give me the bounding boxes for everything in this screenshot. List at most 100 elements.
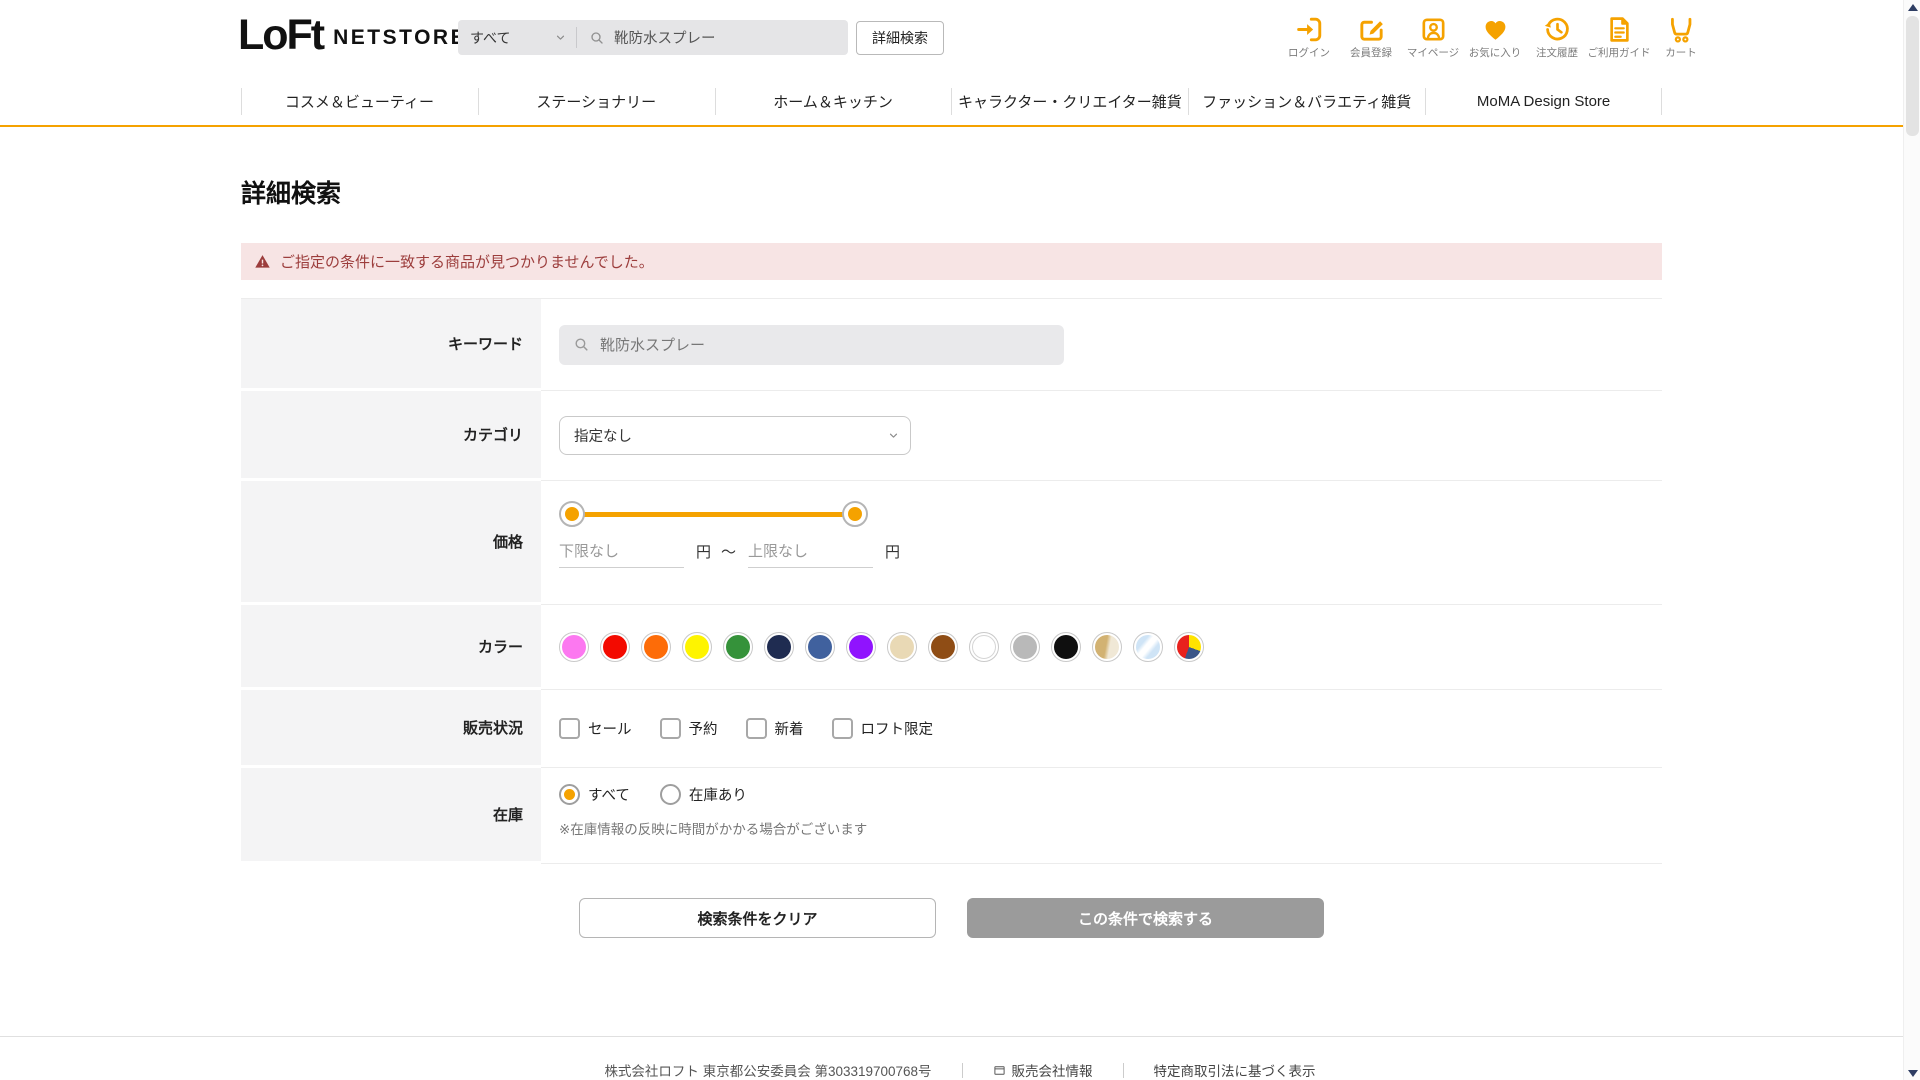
scroll-down-button[interactable]	[1904, 1066, 1920, 1080]
scrollbar-thumb[interactable]	[1906, 16, 1919, 136]
search-query-text: 靴防水スプレー	[614, 31, 716, 47]
color-swatch-fill	[931, 635, 955, 659]
quick-links: ログイン 会員登録 マイページ お気に入り 注文履歴 ご利用ガイド カート	[1278, 13, 1712, 60]
search-box: すべて 靴防水スプレー	[458, 20, 848, 55]
slider-track[interactable]	[571, 512, 856, 517]
footer-link-0[interactable]: 販売会社情報	[993, 1060, 1093, 1080]
color-swatch-purple[interactable]	[846, 632, 876, 662]
nav-item-4[interactable]: ファッション＆バラエティ雑貨	[1188, 78, 1425, 125]
color-swatch-gold[interactable]	[1092, 632, 1122, 662]
quick-link-5[interactable]: ご利用ガイド	[1588, 13, 1651, 60]
clear-conditions-button[interactable]: 検索条件をクリア	[579, 898, 936, 938]
color-swatch-green[interactable]	[723, 632, 753, 662]
quick-link-0[interactable]: ログイン	[1278, 13, 1340, 60]
color-swatch-black[interactable]	[1051, 632, 1081, 662]
price-max-input[interactable]: 上限なし	[748, 540, 874, 568]
login-icon	[1295, 13, 1324, 44]
keyword-input[interactable]: 靴防水スプレー	[559, 324, 1064, 365]
nav-item-1[interactable]: ステーショナリー	[477, 78, 715, 125]
sales-status-option-2[interactable]: 新着	[745, 718, 804, 739]
search-icon	[591, 31, 603, 44]
window-icon	[993, 1064, 1006, 1077]
quick-link-label: 注文履歴	[1536, 47, 1578, 59]
color-swatch-gray[interactable]	[1010, 632, 1040, 662]
price-unit-label: 円	[696, 544, 712, 561]
checkbox[interactable]	[659, 718, 681, 739]
scroll-down-arrow-icon	[1907, 1069, 1918, 1077]
price-row: 価格 下限なし 円 ～ 上限なし 円	[241, 481, 1662, 605]
nav-item-5[interactable]: MoMA Design Store	[1425, 78, 1662, 125]
sales-status-option-3[interactable]: ロフト限定	[831, 718, 933, 739]
quick-link-1[interactable]: 会員登録	[1340, 13, 1402, 60]
color-swatch-fill	[603, 635, 627, 659]
color-swatch-fill	[1054, 635, 1078, 659]
nav-item-2[interactable]: ホーム＆キッチン	[714, 78, 952, 125]
color-swatch-fill	[726, 635, 750, 659]
radio-button[interactable]	[559, 784, 580, 805]
search-category-select[interactable]: すべて	[458, 20, 576, 55]
slider-handle-max[interactable]	[842, 501, 868, 527]
color-swatch-beige[interactable]	[887, 632, 917, 662]
footer-link-label: 特定商取引法に基づく表示	[1153, 1064, 1316, 1079]
color-swatch-fill	[972, 635, 996, 659]
color-swatch-navy[interactable]	[764, 632, 794, 662]
sales-status-label: 販売状況	[241, 690, 541, 768]
stock-option-1[interactable]: 在庫あり	[659, 784, 747, 805]
color-swatch-yellow[interactable]	[682, 632, 712, 662]
price-min-input[interactable]: 下限なし	[559, 540, 684, 568]
search-with-conditions-button[interactable]: この条件で検索する	[967, 898, 1324, 938]
color-swatch-orange[interactable]	[641, 632, 671, 662]
stock-options: すべて 在庫あり	[559, 784, 1662, 805]
footer-link-1[interactable]: 特定商取引法に基づく表示	[1154, 1060, 1316, 1080]
price-range-slider[interactable]	[559, 501, 868, 527]
loft-logo[interactable]: LoFt NETSTORE	[238, 11, 468, 59]
mypage-icon	[1419, 13, 1448, 44]
advanced-search-button[interactable]: 詳細検索	[856, 20, 944, 55]
radio-label: 在庫あり	[688, 788, 747, 804]
no-results-alert: ご指定の条件に一致する商品が見つかりませんでした。	[241, 243, 1662, 280]
nav-item-3[interactable]: キャラクター・クリエイター雑貨	[951, 78, 1188, 125]
color-swatch-fill	[1177, 635, 1201, 659]
scrollbar[interactable]	[1903, 0, 1920, 1080]
nav-item-0[interactable]: コスメ＆ビューティー	[241, 78, 478, 125]
search-category-value: すべて	[470, 29, 511, 46]
color-swatch-blue[interactable]	[805, 632, 835, 662]
form-actions: 検索条件をクリア この条件で検索する	[241, 898, 1662, 938]
color-swatch-pink[interactable]	[559, 632, 589, 662]
logo-netstore-text: NETSTORE	[333, 26, 468, 50]
checkbox[interactable]	[559, 718, 580, 739]
guide-icon	[1605, 13, 1634, 44]
color-swatch-white[interactable]	[969, 632, 999, 662]
color-swatch-fill	[849, 635, 873, 659]
radio-button[interactable]	[659, 784, 681, 805]
color-swatch-fill	[767, 635, 791, 659]
footer-separator	[961, 1062, 963, 1078]
stock-row: 在庫 すべて 在庫あり ※在庫情報の反映に時間がかかる場合がございます	[241, 768, 1662, 864]
color-swatch-brown[interactable]	[928, 632, 958, 662]
color-swatch-red[interactable]	[600, 632, 630, 662]
slider-handle-min[interactable]	[559, 501, 585, 527]
sales-status-option-0[interactable]: セール	[559, 718, 632, 739]
sales-status-option-1[interactable]: 予約	[659, 718, 718, 739]
color-swatch-fill	[1095, 635, 1119, 659]
price-inputs: 下限なし 円 ～ 上限なし 円	[559, 540, 1662, 568]
quick-link-6[interactable]: カート	[1650, 13, 1712, 60]
color-swatch-silver[interactable]	[1133, 632, 1163, 662]
logo-loft-text: LoFt	[238, 11, 325, 59]
stock-option-0[interactable]: すべて	[559, 784, 630, 805]
color-swatch-multicolor[interactable]	[1174, 632, 1204, 662]
checkbox-label: 新着	[774, 722, 804, 738]
color-swatch-fill	[644, 635, 668, 659]
checkbox[interactable]	[745, 718, 767, 739]
quick-link-3[interactable]: お気に入り	[1464, 13, 1526, 60]
scroll-up-button[interactable]	[1904, 0, 1920, 14]
checkbox[interactable]	[831, 718, 853, 739]
search-input[interactable]: 靴防水スプレー	[577, 27, 848, 48]
quick-link-2[interactable]: マイページ	[1402, 13, 1464, 60]
quick-link-label: カート	[1665, 47, 1697, 59]
footer-separator	[1122, 1062, 1124, 1078]
category-select[interactable]: 指定なし	[559, 416, 911, 455]
quick-link-label: 会員登録	[1350, 47, 1392, 59]
quick-link-label: マイページ	[1406, 47, 1460, 59]
quick-link-4[interactable]: 注文履歴	[1526, 13, 1588, 60]
